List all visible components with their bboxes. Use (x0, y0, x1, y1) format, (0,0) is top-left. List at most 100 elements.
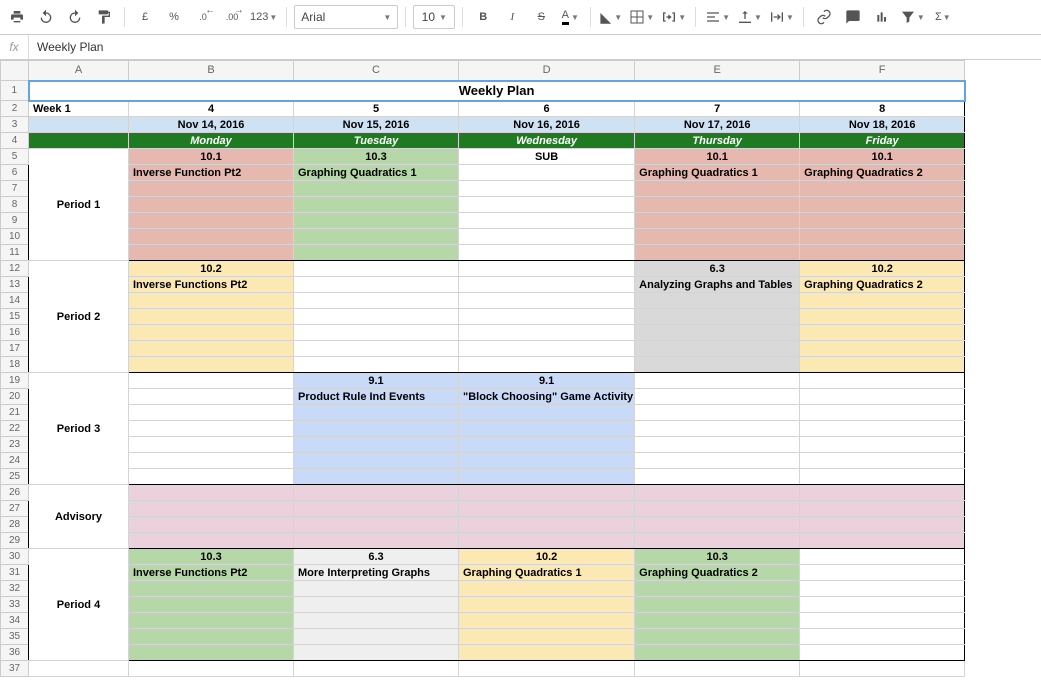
cell[interactable] (800, 213, 965, 229)
cell[interactable] (635, 197, 800, 213)
cell[interactable] (800, 565, 965, 581)
cell[interactable]: 10.1 (800, 149, 965, 165)
cell[interactable] (294, 261, 459, 277)
text-color-button[interactable]: A▼ (557, 5, 583, 29)
row-header[interactable]: 11 (1, 245, 29, 261)
cell[interactable] (129, 389, 294, 405)
cell[interactable] (459, 469, 635, 485)
cell[interactable] (635, 613, 800, 629)
cell[interactable]: 10.2 (800, 261, 965, 277)
cell[interactable]: Graphing Quadratics 1 (459, 565, 635, 581)
cell[interactable]: Period 1 (29, 149, 129, 261)
row-header[interactable]: 25 (1, 469, 29, 485)
cell[interactable] (635, 485, 800, 501)
row-header[interactable]: 35 (1, 629, 29, 645)
cell[interactable] (129, 613, 294, 629)
row-header[interactable]: 9 (1, 213, 29, 229)
cell[interactable] (635, 373, 800, 389)
cell[interactable] (294, 277, 459, 293)
cell[interactable] (129, 597, 294, 613)
row-header[interactable]: 6 (1, 165, 29, 181)
cell[interactable] (800, 485, 965, 501)
cell[interactable] (635, 181, 800, 197)
cell[interactable] (294, 661, 459, 677)
cell[interactable]: Friday (800, 133, 965, 149)
cell[interactable] (129, 533, 294, 549)
cell[interactable] (294, 469, 459, 485)
cell[interactable] (129, 661, 294, 677)
cell[interactable] (459, 357, 635, 373)
cell[interactable] (294, 325, 459, 341)
cell[interactable] (800, 373, 965, 389)
cell[interactable] (800, 181, 965, 197)
cell[interactable] (294, 357, 459, 373)
row-header[interactable]: 30 (1, 549, 29, 565)
row-header[interactable]: 4 (1, 133, 29, 149)
cell[interactable] (800, 437, 965, 453)
cell[interactable] (800, 293, 965, 309)
cell[interactable]: Graphing Quadratics 1 (294, 165, 459, 181)
cell[interactable] (800, 421, 965, 437)
cell[interactable] (29, 661, 129, 677)
cell[interactable]: 4 (129, 101, 294, 117)
cell[interactable]: 8 (800, 101, 965, 117)
cell[interactable] (294, 533, 459, 549)
cell[interactable] (129, 357, 294, 373)
cell[interactable] (294, 581, 459, 597)
cell[interactable] (459, 341, 635, 357)
filter-button[interactable]: ▼ (898, 5, 927, 29)
cell[interactable] (129, 325, 294, 341)
cell[interactable] (129, 293, 294, 309)
cell[interactable]: Advisory (29, 485, 129, 549)
cell[interactable] (635, 421, 800, 437)
cell[interactable] (800, 245, 965, 261)
cell[interactable] (129, 309, 294, 325)
cell[interactable] (459, 245, 635, 261)
cell[interactable] (800, 341, 965, 357)
cell[interactable] (635, 229, 800, 245)
cell[interactable] (800, 405, 965, 421)
cell[interactable]: SUB (459, 149, 635, 165)
cell[interactable] (635, 341, 800, 357)
cell[interactable] (635, 533, 800, 549)
cell[interactable]: Wednesday (459, 133, 635, 149)
cell[interactable] (635, 309, 800, 325)
cell[interactable] (459, 437, 635, 453)
cell[interactable] (129, 645, 294, 661)
cell[interactable]: Graphing Quadratics 2 (800, 165, 965, 181)
cell[interactable] (294, 613, 459, 629)
cell[interactable] (635, 293, 800, 309)
cell[interactable]: Nov 14, 2016 (129, 117, 294, 133)
cell[interactable] (294, 197, 459, 213)
cell[interactable] (800, 501, 965, 517)
cell[interactable]: 7 (635, 101, 800, 117)
cell[interactable] (129, 437, 294, 453)
cell[interactable] (294, 485, 459, 501)
row-header[interactable]: 26 (1, 485, 29, 501)
row-header[interactable]: 20 (1, 389, 29, 405)
cell[interactable] (294, 501, 459, 517)
bold-button[interactable]: B (470, 5, 496, 29)
cell[interactable] (459, 581, 635, 597)
row-header[interactable]: 10 (1, 229, 29, 245)
cell[interactable] (800, 581, 965, 597)
cell[interactable]: Graphing Quadratics 2 (635, 565, 800, 581)
cell[interactable] (129, 581, 294, 597)
cell[interactable]: 10.1 (635, 149, 800, 165)
cell[interactable] (635, 437, 800, 453)
percent-button[interactable]: % (161, 5, 187, 29)
cell[interactable]: Monday (129, 133, 294, 149)
font-size-select[interactable]: 10▼ (413, 5, 455, 29)
row-header[interactable]: 34 (1, 613, 29, 629)
cell[interactable] (29, 117, 129, 133)
cell[interactable] (129, 181, 294, 197)
row-header[interactable]: 7 (1, 181, 29, 197)
currency-button[interactable]: £ (132, 5, 158, 29)
cell[interactable] (635, 581, 800, 597)
cell[interactable]: Period 2 (29, 261, 129, 373)
cell[interactable] (800, 357, 965, 373)
cell[interactable] (800, 517, 965, 533)
cell[interactable] (29, 133, 129, 149)
row-header[interactable]: 23 (1, 437, 29, 453)
cell[interactable] (294, 309, 459, 325)
